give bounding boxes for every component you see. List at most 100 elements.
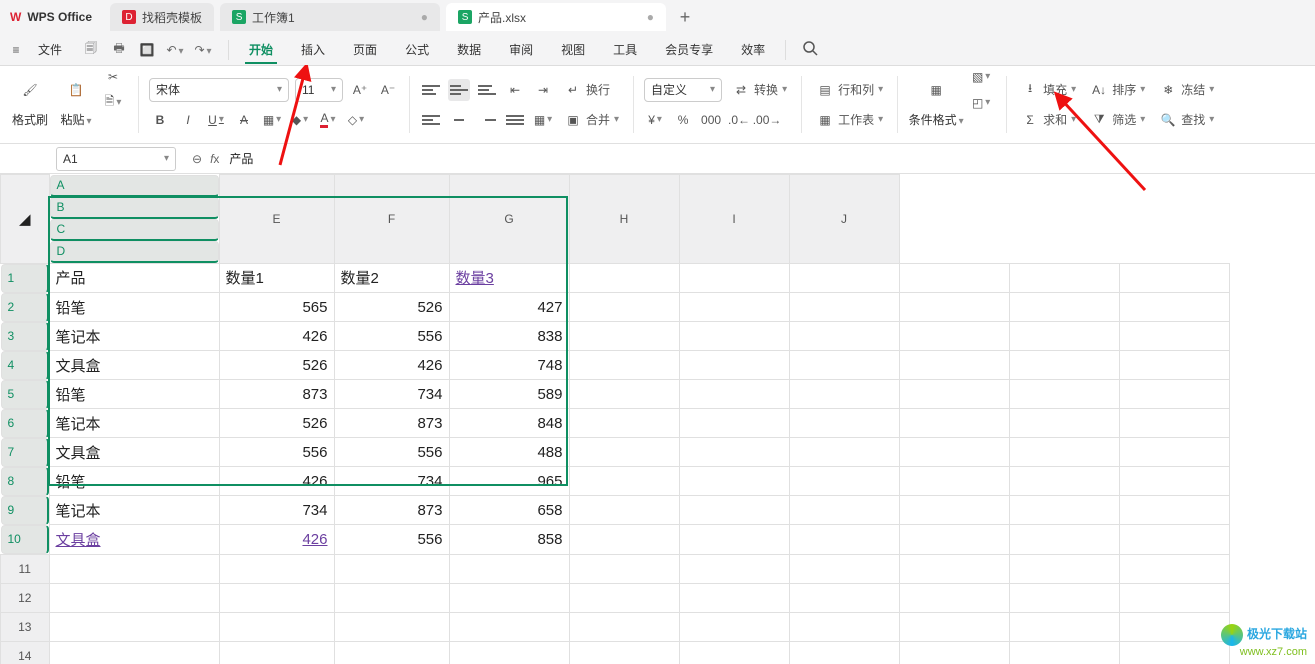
- cell[interactable]: [679, 554, 789, 583]
- strike-button[interactable]: A: [233, 109, 255, 131]
- find-button[interactable]: 🔍查找▾: [1155, 108, 1218, 132]
- cell[interactable]: [679, 641, 789, 664]
- cell[interactable]: [899, 293, 1009, 322]
- cell[interactable]: [569, 322, 679, 351]
- row-header[interactable]: 13: [1, 612, 50, 641]
- cell[interactable]: [449, 612, 569, 641]
- cell[interactable]: [899, 467, 1009, 496]
- cell[interactable]: 734: [334, 380, 449, 409]
- cell[interactable]: [1009, 612, 1119, 641]
- percent-icon[interactable]: %: [672, 109, 694, 131]
- convert-button[interactable]: ⇄转换▾: [728, 78, 791, 102]
- tab-tools[interactable]: 工具: [599, 35, 651, 64]
- cell[interactable]: [569, 380, 679, 409]
- col-header-I[interactable]: I: [679, 175, 789, 264]
- cell[interactable]: [1119, 351, 1229, 380]
- cell[interactable]: [899, 351, 1009, 380]
- cell[interactable]: 858: [449, 525, 569, 555]
- font-size-select[interactable]: 11▾: [295, 78, 343, 102]
- cell[interactable]: [49, 583, 219, 612]
- cell[interactable]: [569, 525, 679, 555]
- cell[interactable]: [789, 525, 899, 555]
- font-color-button[interactable]: A▾: [317, 109, 339, 131]
- freeze-button[interactable]: ❄冻结▾: [1155, 78, 1218, 102]
- cell[interactable]: [569, 496, 679, 525]
- cell[interactable]: [679, 263, 789, 293]
- increase-font-icon[interactable]: A⁺: [349, 79, 371, 101]
- col-header-C[interactable]: C: [50, 219, 219, 241]
- align-right-icon[interactable]: [476, 109, 498, 131]
- cell[interactable]: [1119, 380, 1229, 409]
- fill-color-button[interactable]: ◆▾: [289, 109, 311, 131]
- row-header[interactable]: 5: [1, 380, 49, 409]
- bold-button[interactable]: B: [149, 109, 171, 131]
- col-header-J[interactable]: J: [789, 175, 899, 264]
- tab-member[interactable]: 会员专享: [651, 35, 727, 64]
- cell[interactable]: 556: [334, 438, 449, 467]
- cell[interactable]: [1119, 612, 1229, 641]
- redo-icon[interactable]: ↷▾: [194, 43, 212, 57]
- cell[interactable]: [1009, 322, 1119, 351]
- cell[interactable]: 873: [219, 380, 334, 409]
- row-header[interactable]: 8: [1, 467, 49, 496]
- cell[interactable]: [789, 263, 899, 293]
- col-header-H[interactable]: H: [569, 175, 679, 264]
- name-box[interactable]: A1 ▾: [56, 147, 176, 171]
- cell[interactable]: [1009, 438, 1119, 467]
- cell[interactable]: [569, 554, 679, 583]
- cell[interactable]: [1119, 263, 1229, 293]
- cell[interactable]: [49, 554, 219, 583]
- wrap-text-button[interactable]: ↵换行: [560, 78, 614, 102]
- cell[interactable]: [789, 496, 899, 525]
- hyperlink-cell[interactable]: 文具盒: [56, 532, 101, 549]
- cell[interactable]: [789, 641, 899, 664]
- align-center-icon[interactable]: [448, 109, 470, 131]
- print-icon[interactable]: 🖶: [110, 39, 128, 60]
- cell[interactable]: 产品: [49, 263, 219, 293]
- tab-page[interactable]: 页面: [339, 35, 391, 64]
- comma-icon[interactable]: 000: [700, 109, 722, 131]
- cell[interactable]: [789, 293, 899, 322]
- cell[interactable]: 589: [449, 380, 569, 409]
- cell[interactable]: [1119, 438, 1229, 467]
- cell[interactable]: [1119, 322, 1229, 351]
- cell[interactable]: [569, 467, 679, 496]
- hamburger-icon[interactable]: ≡: [4, 43, 28, 57]
- select-all-corner[interactable]: ◢: [1, 175, 50, 264]
- row-header[interactable]: 12: [1, 583, 50, 612]
- cell[interactable]: [1009, 583, 1119, 612]
- cancel-formula-icon[interactable]: ⊖: [192, 152, 202, 166]
- cell[interactable]: [1119, 467, 1229, 496]
- cell[interactable]: [899, 263, 1009, 293]
- cell[interactable]: 734: [334, 467, 449, 496]
- cell[interactable]: 848: [449, 409, 569, 438]
- cell[interactable]: 文具盒: [49, 438, 219, 467]
- cell[interactable]: [1009, 496, 1119, 525]
- hyperlink-cell[interactable]: 426: [302, 531, 327, 548]
- cell[interactable]: 427: [449, 293, 569, 322]
- file-menu[interactable]: 文件: [28, 35, 72, 64]
- cell[interactable]: [679, 322, 789, 351]
- decrease-indent-icon[interactable]: ⇤: [504, 79, 526, 101]
- cell[interactable]: [899, 554, 1009, 583]
- cell[interactable]: [449, 583, 569, 612]
- cell[interactable]: 556: [334, 525, 449, 555]
- cell[interactable]: [789, 409, 899, 438]
- conditional-format-button[interactable]: ▦: [908, 80, 964, 100]
- cell[interactable]: [569, 583, 679, 612]
- fx-icon[interactable]: fx: [210, 152, 219, 166]
- cell[interactable]: [789, 438, 899, 467]
- cell[interactable]: 873: [334, 409, 449, 438]
- cell[interactable]: [569, 438, 679, 467]
- spreadsheet-grid[interactable]: ◢ A B C D E F G H I J 1 产品 数量1 数量2 数量3 2…: [0, 174, 1315, 664]
- cell[interactable]: [1119, 554, 1229, 583]
- cell[interactable]: [1119, 583, 1229, 612]
- align-bottom-icon[interactable]: [476, 79, 498, 101]
- cell[interactable]: 426: [219, 322, 334, 351]
- hyperlink-cell[interactable]: 数量3: [456, 270, 494, 287]
- cell[interactable]: [49, 612, 219, 641]
- col-header-B[interactable]: B: [50, 197, 219, 219]
- cell[interactable]: 748: [449, 351, 569, 380]
- cell[interactable]: [569, 409, 679, 438]
- search-icon[interactable]: [802, 40, 818, 59]
